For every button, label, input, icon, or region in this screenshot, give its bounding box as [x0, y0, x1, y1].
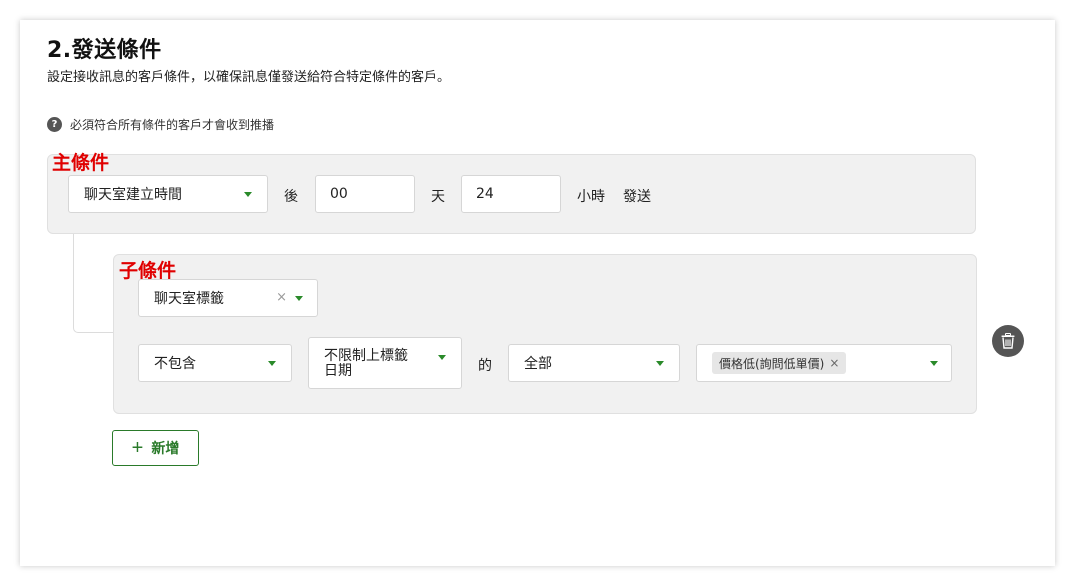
chevron-down-icon [295, 296, 303, 301]
scope-select-value: 全部 [524, 356, 552, 372]
trash-icon [1001, 333, 1015, 349]
condition-hint: ? 必須符合所有條件的客戶才會收到推播 [47, 116, 274, 133]
section-title: 2.發送條件 [47, 38, 162, 63]
delete-condition-button[interactable] [992, 325, 1024, 357]
clear-icon[interactable]: × [276, 290, 287, 305]
tag-remove-icon[interactable]: × [829, 356, 839, 370]
chevron-down-icon [438, 355, 446, 360]
days-input[interactable]: 00 [315, 175, 415, 213]
chevron-down-icon [244, 192, 252, 197]
add-condition-label: 新增 [151, 440, 180, 456]
date-range-select-value: 不限制上標籤 日期 [324, 348, 408, 379]
section-description: 設定接收訊息的客戶條件，以確保訊息僅發送給符合特定條件的客戶。 [47, 70, 451, 85]
plus-icon: + [131, 437, 144, 459]
main-condition-label: 主條件 [52, 152, 110, 174]
selected-tag-label: 價格低(詢問低單價) [719, 356, 825, 371]
condition-connector [73, 234, 114, 333]
sub-condition-panel [113, 254, 977, 414]
trigger-select[interactable]: 聊天室建立時間 [68, 175, 268, 213]
operator-select[interactable]: 不包含 [138, 344, 292, 382]
help-icon[interactable]: ? [47, 117, 62, 132]
date-range-select[interactable]: 不限制上標籤 日期 [308, 337, 462, 389]
of-text: 的 [478, 358, 492, 374]
trigger-select-value: 聊天室建立時間 [84, 187, 182, 203]
hours-input-value: 24 [476, 186, 494, 202]
chevron-down-icon [268, 361, 276, 366]
sub-type-select[interactable]: 聊天室標籤 × [138, 279, 318, 317]
add-condition-button[interactable]: + 新增 [112, 430, 199, 466]
chevron-down-icon [930, 361, 938, 366]
hint-text: 必須符合所有條件的客戶才會收到推播 [70, 118, 275, 132]
days-input-value: 00 [330, 186, 348, 202]
hours-unit: 小時 [577, 189, 605, 205]
chevron-down-icon [656, 361, 664, 366]
send-text: 發送 [623, 189, 651, 205]
selected-tag: 價格低(詢問低單價) × [712, 352, 847, 374]
days-unit: 天 [431, 189, 445, 205]
sub-type-select-value: 聊天室標籤 [154, 291, 224, 307]
operator-select-value: 不包含 [154, 356, 196, 372]
after-text: 後 [284, 189, 298, 205]
scope-select[interactable]: 全部 [508, 344, 680, 382]
hours-input[interactable]: 24 [461, 175, 561, 213]
